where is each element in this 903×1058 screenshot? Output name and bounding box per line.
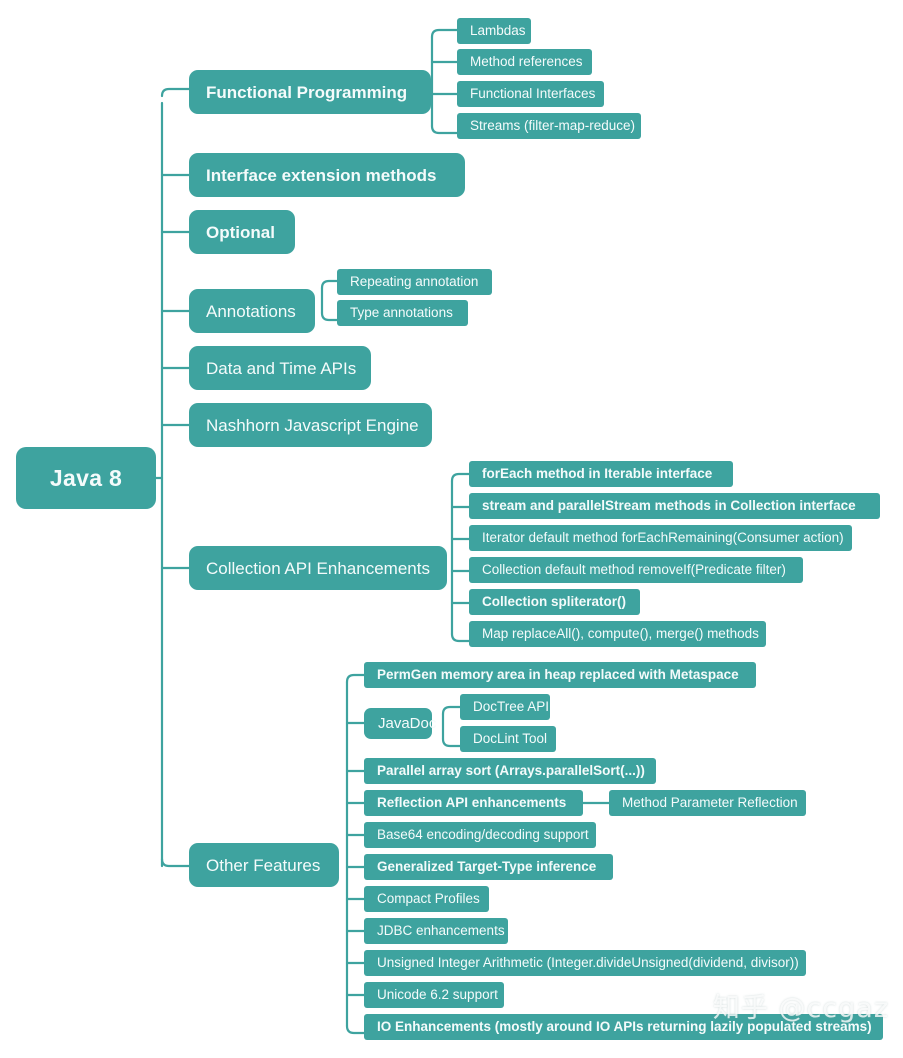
child-method-parameter-reflection[interactable]: Method Parameter Reflection	[609, 790, 806, 816]
child-label: Collection spliterator()	[482, 594, 627, 610]
child-label: Compact Profiles	[377, 891, 480, 907]
child-label: forEach method in Iterable interface	[482, 466, 713, 482]
branch-optional[interactable]: Optional	[189, 210, 295, 254]
branch-label: Other Features	[206, 855, 321, 875]
child-foreach-iterable[interactable]: forEach method in Iterable interface	[469, 461, 733, 487]
root-node-label: Java 8	[49, 464, 123, 491]
child-label: Parallel array sort (Arrays.parallelSort…	[377, 763, 645, 779]
child-iterator-foreachremaining[interactable]: Iterator default method forEachRemaining…	[469, 525, 852, 551]
child-generalized-target-type-inference[interactable]: Generalized Target-Type inference	[364, 854, 613, 880]
child-doctree-api[interactable]: DocTree API	[460, 694, 550, 720]
child-reflection-api-enhancements[interactable]: Reflection API enhancements	[364, 790, 583, 816]
branch-data-and-time-apis[interactable]: Data and Time APIs	[189, 346, 371, 390]
mindmap-canvas: Java 8 Functional Programming Lambdas Me…	[0, 0, 903, 1058]
child-label: JavaDoc	[378, 715, 437, 732]
branch-interface-extension-methods[interactable]: Interface extension methods	[189, 153, 465, 197]
child-label: Unsigned Integer Arithmetic (Integer.div…	[377, 955, 799, 971]
child-unicode-6-2-support[interactable]: Unicode 6.2 support	[364, 982, 504, 1008]
branch-label: Data and Time APIs	[206, 358, 357, 378]
child-label: JDBC enhancements	[377, 923, 505, 939]
child-label: PermGen memory area in heap replaced wit…	[377, 667, 739, 683]
branch-label: Functional Programming	[206, 82, 408, 102]
branch-other-features[interactable]: Other Features	[189, 843, 339, 887]
child-lambdas[interactable]: Lambdas	[457, 18, 531, 44]
child-label: Repeating annotation	[350, 274, 479, 290]
child-doclint-tool[interactable]: DocLint Tool	[460, 726, 556, 752]
branch-annotations[interactable]: Annotations	[189, 289, 315, 333]
child-javadoc[interactable]: JavaDoc	[364, 708, 436, 739]
branch-label: Interface extension methods	[206, 165, 437, 185]
child-compact-profiles[interactable]: Compact Profiles	[364, 886, 489, 912]
child-label: Type annotations	[350, 305, 453, 321]
child-stream-parallelstream[interactable]: stream and parallelStream methods in Col…	[469, 493, 880, 519]
child-label: Lambdas	[470, 23, 526, 39]
branch-collection-api-enhancements[interactable]: Collection API Enhancements	[189, 546, 447, 590]
child-label: Unicode 6.2 support	[377, 987, 498, 1003]
child-label: Map replaceAll(), compute(), merge() met…	[482, 626, 759, 642]
branch-label: Nashhorn Javascript Engine	[206, 415, 419, 435]
child-collection-spliterator[interactable]: Collection spliterator()	[469, 589, 640, 615]
child-label: Method Parameter Reflection	[622, 795, 798, 811]
child-label: Streams (filter-map-reduce)	[470, 118, 636, 134]
child-label: DocLint Tool	[473, 731, 548, 747]
child-label: DocTree API	[473, 699, 550, 715]
child-label: Iterator default method forEachRemaining…	[482, 530, 844, 546]
branch-label: Optional	[206, 222, 275, 242]
child-label: Reflection API enhancements	[377, 795, 567, 811]
child-streams[interactable]: Streams (filter-map-reduce)	[457, 113, 641, 139]
child-method-references[interactable]: Method references	[457, 49, 592, 75]
child-label: Collection default method removeIf(Predi…	[482, 562, 786, 578]
branch-functional-programming[interactable]: Functional Programming	[189, 70, 431, 114]
child-io-enhancements[interactable]: IO Enhancements (mostly around IO APIs r…	[364, 1014, 883, 1040]
child-jdbc-enhancements[interactable]: JDBC enhancements	[364, 918, 508, 944]
child-map-replaceall-compute-merge[interactable]: Map replaceAll(), compute(), merge() met…	[469, 621, 766, 647]
child-label: Generalized Target-Type inference	[377, 859, 597, 875]
child-functional-interfaces[interactable]: Functional Interfaces	[457, 81, 604, 107]
child-type-annotations[interactable]: Type annotations	[337, 300, 468, 326]
child-parallel-array-sort[interactable]: Parallel array sort (Arrays.parallelSort…	[364, 758, 656, 784]
child-label: IO Enhancements (mostly around IO APIs r…	[377, 1019, 872, 1035]
child-label: Base64 encoding/decoding support	[377, 827, 589, 843]
child-unsigned-integer-arithmetic[interactable]: Unsigned Integer Arithmetic (Integer.div…	[364, 950, 806, 976]
child-collection-removeif[interactable]: Collection default method removeIf(Predi…	[469, 557, 803, 583]
root-node-java8[interactable]: Java 8	[16, 447, 156, 509]
branch-label: Collection API Enhancements	[206, 558, 430, 578]
child-base64-support[interactable]: Base64 encoding/decoding support	[364, 822, 596, 848]
child-label: stream and parallelStream methods in Col…	[482, 498, 856, 514]
branch-nashhorn-javascript-engine[interactable]: Nashhorn Javascript Engine	[189, 403, 432, 447]
child-label: Functional Interfaces	[470, 86, 596, 102]
branch-label: Annotations	[206, 301, 296, 321]
child-label: Method references	[470, 54, 583, 70]
child-repeating-annotation[interactable]: Repeating annotation	[337, 269, 492, 295]
child-permgen-metaspace[interactable]: PermGen memory area in heap replaced wit…	[364, 662, 756, 688]
